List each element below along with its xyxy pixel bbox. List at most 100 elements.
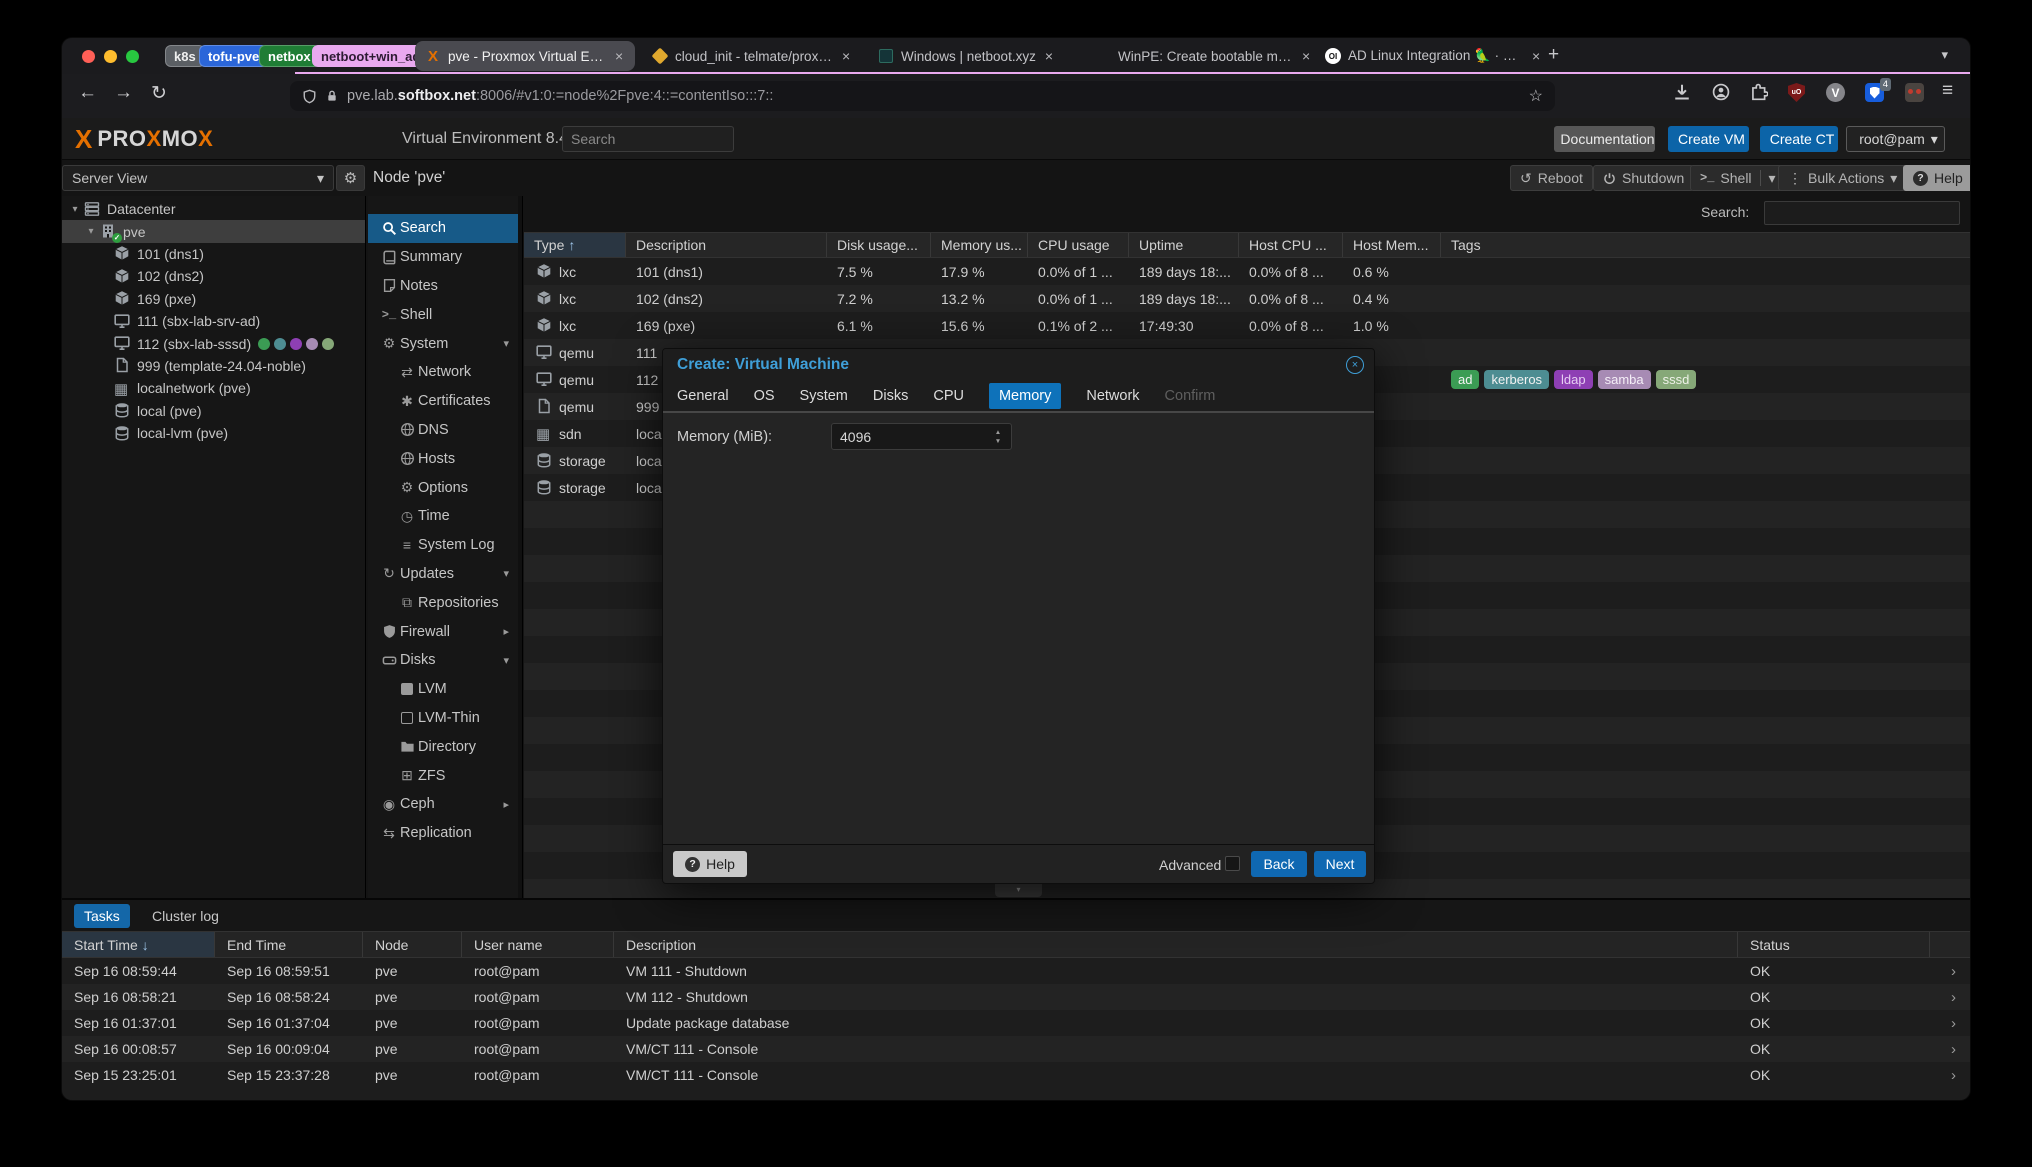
close-tab-icon[interactable] [1532, 48, 1540, 64]
window-zoom-button[interactable] [126, 50, 139, 63]
memory-input[interactable] [831, 423, 1012, 450]
nav-item-firewall[interactable]: Firewall [368, 617, 518, 646]
table-row[interactable]: lxc 101 (dns1)7.5 % 17.9 %0.0% of 1 ... … [524, 258, 1970, 285]
nav-item-disks[interactable]: Disks [368, 646, 518, 675]
nav-item-lvm-thin[interactable]: LVM-Thin [368, 704, 518, 733]
download-icon[interactable] [1673, 83, 1691, 101]
column-host-cpu[interactable]: Host CPU ... [1239, 233, 1343, 257]
tag-badge[interactable]: kerberos [1484, 370, 1549, 389]
tab-system[interactable]: System [800, 388, 848, 404]
close-tab-icon[interactable] [842, 48, 850, 64]
back-button[interactable] [78, 82, 97, 104]
spinner-arrows[interactable]: ▲▼ [989, 426, 1007, 448]
close-icon[interactable] [1346, 356, 1364, 374]
table-row[interactable]: lxc 169 (pxe)6.1 % 15.6 %0.1% of 2 ... 1… [524, 312, 1970, 339]
tab-group-tofu-pve[interactable]: tofu-pve [199, 45, 268, 67]
tree-item-local[interactable]: local (pve) [62, 400, 365, 422]
tab-winpe[interactable]: WinPE: Create bootable media | [1085, 41, 1320, 71]
table-row[interactable]: lxc 102 (dns2)7.2 % 13.2 %0.0% of 1 ... … [524, 285, 1970, 312]
documentation-button[interactable]: Documentation [1554, 126, 1655, 152]
nav-item-certificates[interactable]: Certificates [368, 387, 518, 416]
nav-item-system[interactable]: System [368, 329, 518, 358]
next-button[interactable]: Next [1314, 851, 1366, 877]
shell-button[interactable]: >_Shell [1690, 165, 1786, 191]
table-row[interactable]: Sep 16 08:58:21Sep 16 08:58:24 pveroot@p… [62, 984, 1970, 1010]
tab-group-netboot[interactable]: netboot+win_ad [312, 45, 429, 67]
column-uptime[interactable]: Uptime [1129, 233, 1239, 257]
column-host-mem[interactable]: Host Mem... [1343, 233, 1441, 257]
bottom-panel-collapse-handle[interactable] [995, 884, 1042, 897]
nav-item-dns[interactable]: DNS [368, 416, 518, 445]
nav-item-hosts[interactable]: Hosts [368, 444, 518, 473]
tag-badge[interactable]: sssd [1656, 370, 1697, 389]
column-start-time[interactable]: Start Time [62, 932, 215, 957]
close-tab-icon[interactable] [615, 48, 623, 64]
tree-item-111[interactable]: 111 (sbx-lab-srv-ad) [62, 310, 365, 332]
tree-item-999[interactable]: 999 (template-24.04-noble) [62, 355, 365, 377]
chevron-right-icon[interactable] [1930, 963, 1970, 980]
nav-item-summary[interactable]: Summary [368, 243, 518, 272]
dialog-help-button[interactable]: ?Help [673, 851, 747, 877]
tab-proxmox[interactable]: X pve - Proxmox Virtual Environme [415, 41, 635, 71]
tab-cluster-log[interactable]: Cluster log [142, 904, 229, 928]
tab-tasks[interactable]: Tasks [74, 904, 130, 928]
bitwarden-icon[interactable]: 4 [1865, 83, 1884, 102]
account-icon[interactable] [1712, 83, 1730, 101]
nav-item-updates[interactable]: Updates [368, 560, 518, 589]
guest-search-input[interactable] [1764, 201, 1960, 225]
user-menu-button[interactable]: root@pam [1846, 126, 1945, 152]
url-bar[interactable]: pve.lab.softbox.net:8006/#v1:0:=node%2Fp… [290, 81, 1555, 111]
vimium-icon[interactable]: V [1826, 83, 1845, 102]
tree-item-102[interactable]: 102 (dns2) [62, 265, 365, 287]
nav-item-shell[interactable]: >_Shell [368, 300, 518, 329]
tab-netboot-xyz[interactable]: Windows | netboot.xyz [868, 41, 1063, 71]
tree-settings-button[interactable] [336, 165, 365, 191]
shutdown-button[interactable]: Shutdown [1593, 165, 1694, 191]
nav-item-replication[interactable]: Replication [368, 819, 518, 848]
tree-item-local-lvm[interactable]: local-lvm (pve) [62, 422, 365, 444]
nav-scrollbar[interactable] [518, 196, 523, 898]
tab-os[interactable]: OS [754, 388, 775, 404]
table-row[interactable]: Sep 16 00:08:57Sep 16 00:09:04 pveroot@p… [62, 1036, 1970, 1062]
column-node[interactable]: Node [363, 932, 462, 957]
tree-item-169[interactable]: 169 (pxe) [62, 288, 365, 310]
chevron-right-icon[interactable] [1930, 1067, 1970, 1084]
column-status[interactable]: Status [1738, 932, 1930, 957]
tree-item-112[interactable]: 112 (sbx-lab-sssd) [62, 332, 365, 354]
global-search-input[interactable] [562, 126, 734, 152]
extensions-puzzle-icon[interactable] [1750, 83, 1768, 101]
tab-list-chevron-icon[interactable] [1941, 47, 1948, 63]
chevron-right-icon[interactable] [1930, 989, 1970, 1006]
back-button[interactable]: Back [1251, 851, 1307, 877]
bookmark-star-icon[interactable] [1529, 86, 1543, 106]
advanced-checkbox[interactable] [1225, 856, 1240, 871]
help-button[interactable]: ?Help [1903, 165, 1970, 191]
tab-network[interactable]: Network [1086, 388, 1139, 404]
tab-cloud-init[interactable]: cloud_init - telmate/proxmox - C [642, 41, 860, 71]
column-user-name[interactable]: User name [462, 932, 614, 957]
tree-item-101[interactable]: 101 (dns1) [62, 243, 365, 265]
view-selector[interactable]: Server View [62, 165, 334, 191]
nav-item-lvm[interactable]: LVM [368, 675, 518, 704]
nav-item-time[interactable]: Time [368, 502, 518, 531]
nav-item-ceph[interactable]: Ceph [368, 790, 518, 819]
column-disk-usage[interactable]: Disk usage... [827, 233, 931, 257]
tag-badge[interactable]: samba [1598, 370, 1651, 389]
chevron-down-icon[interactable] [68, 204, 82, 215]
tree-item-localnetwork[interactable]: localnetwork (pve) [62, 377, 365, 399]
column-description[interactable]: Description [614, 932, 1738, 957]
nav-item-options[interactable]: Options [368, 473, 518, 502]
chevron-down-icon[interactable] [84, 226, 98, 237]
tab-group-netbox[interactable]: netbox [259, 45, 320, 67]
monkey-extension-icon[interactable] [1905, 83, 1924, 102]
bulk-actions-button[interactable]: Bulk Actions [1778, 165, 1907, 191]
column-memory-usage[interactable]: Memory us... [931, 233, 1028, 257]
nav-item-network[interactable]: Network [368, 358, 518, 387]
tree-item-datacenter[interactable]: Datacenter [62, 198, 365, 220]
ublock-icon[interactable]: uO [1788, 83, 1805, 102]
dialog-title[interactable]: Create: Virtual Machine [663, 349, 1374, 381]
nav-item-notes[interactable]: Notes [368, 272, 518, 301]
forward-button[interactable] [114, 82, 133, 104]
column-description[interactable]: Description [626, 233, 827, 257]
create-ct-button[interactable]: Create CT [1760, 126, 1838, 152]
